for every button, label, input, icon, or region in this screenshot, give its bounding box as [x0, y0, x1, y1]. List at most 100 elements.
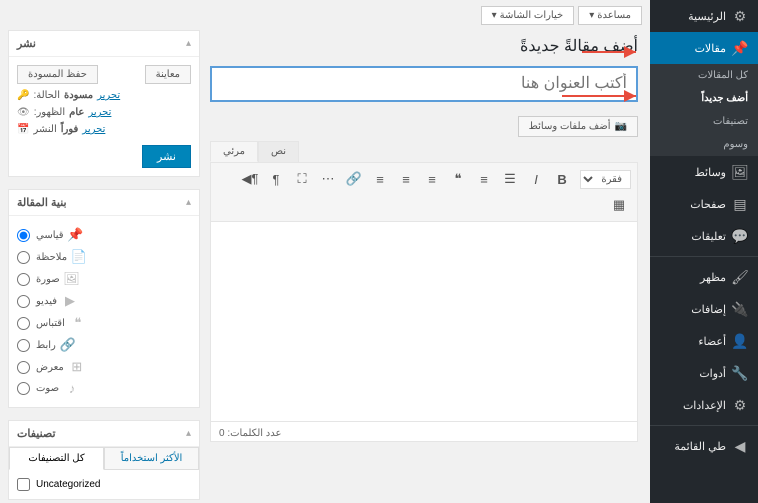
link-button[interactable]: 🔗 — [342, 167, 366, 191]
help-button[interactable]: مساعدة ▾ — [578, 6, 642, 25]
categories-metabox: ▴ تصنيفات الأكثر استخداماً كل التصنيفات … — [8, 420, 200, 500]
format-label: رابط — [36, 340, 56, 351]
format-radio[interactable] — [17, 229, 30, 242]
menu-comments[interactable]: 💬 تعليقات — [650, 220, 758, 252]
menu-dashboard[interactable]: ⚙ الرئيسية — [650, 0, 758, 32]
numbered-list-button[interactable]: ≡ — [472, 167, 496, 191]
format-radio[interactable] — [17, 295, 30, 308]
format-radio[interactable] — [17, 273, 30, 286]
metabox-toggle[interactable]: ▴ — [186, 197, 191, 208]
bullet-list-button[interactable]: ☰ — [498, 167, 522, 191]
add-media-button[interactable]: 📷 أضف ملفات وسائط — [518, 116, 638, 137]
menu-collapse[interactable]: ◀ طي القائمة — [650, 430, 758, 462]
format-radio[interactable] — [17, 317, 30, 330]
more-button[interactable]: ⋯ — [316, 167, 340, 191]
publish-title: نشر — [17, 37, 36, 50]
format-option[interactable]: ⊞معرض — [17, 356, 191, 378]
format-radio[interactable] — [17, 251, 30, 264]
quote-button[interactable]: ❝ — [446, 167, 470, 191]
format-option[interactable]: ♪ صوت — [17, 378, 191, 399]
menu-tools[interactable]: 🔧 أدوات — [650, 357, 758, 389]
format-option[interactable]: 📌قياسي — [17, 224, 191, 246]
main-content: أضف مقالةً جديدةً 📷 أضف ملفات وسائط نص م… — [210, 30, 650, 442]
submenu-categories[interactable]: تصنيفات — [650, 110, 758, 133]
menu-plugins[interactable]: 🔌 إضافات — [650, 293, 758, 325]
format-radio[interactable] — [17, 382, 30, 395]
format-option[interactable]: 🔗رابط — [17, 334, 191, 356]
schedule-value: فوراً — [61, 124, 79, 135]
menu-media[interactable]: 🖼 وسائط — [650, 156, 758, 188]
format-icon: ▶ — [63, 293, 77, 309]
menu-settings[interactable]: ⚙ الإعدادات — [650, 389, 758, 421]
admin-sidebar: ⚙ الرئيسية 📌 مقالات كل المقالات أضف جديد… — [650, 0, 758, 503]
format-label: صوت — [36, 383, 59, 394]
menu-posts[interactable]: 📌 مقالات — [650, 32, 758, 64]
format-icon: 📌 — [70, 227, 84, 243]
screen-options-label: خيارات الشاشة — [500, 10, 564, 21]
plugins-icon: 🔌 — [732, 301, 748, 317]
edit-schedule-link[interactable]: تحرير — [82, 124, 105, 135]
rtl-button[interactable]: ¶◀ — [238, 167, 262, 191]
submenu-tags[interactable]: وسوم — [650, 133, 758, 156]
preview-button[interactable]: معاينة — [145, 65, 191, 84]
menu-label: وسائط — [695, 166, 726, 179]
page-title: أضف مقالةً جديدةً — [210, 36, 638, 56]
submenu-add-new[interactable]: أضف جديداً — [650, 87, 758, 110]
align-right-button[interactable]: ≡ — [420, 167, 444, 191]
format-select[interactable]: فقرة — [580, 170, 631, 189]
edit-visibility-link[interactable]: تحرير — [88, 107, 111, 118]
metabox-toggle[interactable]: ▴ — [186, 428, 191, 439]
save-draft-button[interactable]: حفظ المسودة — [17, 65, 98, 84]
editor-body[interactable] — [210, 222, 638, 422]
metabox-toggle[interactable]: ▴ — [186, 38, 191, 49]
format-icon: ♪ — [65, 381, 79, 396]
format-radio[interactable] — [17, 339, 30, 352]
menu-pages[interactable]: ▤ صفحات — [650, 188, 758, 220]
tab-visual[interactable]: مرئي — [210, 141, 258, 162]
bold-button[interactable]: B — [550, 167, 574, 191]
menu-appearance[interactable]: 🖌 مظهر — [650, 261, 758, 293]
submenu-all-posts[interactable]: كل المقالات — [650, 64, 758, 87]
menu-label: أدوات — [699, 367, 726, 380]
format-icon: 📄 — [73, 249, 87, 265]
status-value: مسودة — [64, 90, 93, 101]
cat-uncategorized-label: Uncategorized — [36, 479, 100, 490]
pin-icon: 📌 — [732, 40, 748, 56]
screen-options-button[interactable]: خيارات الشاشة ▾ — [481, 6, 575, 25]
camera-icon: 📷 — [615, 121, 627, 132]
add-media-label: أضف ملفات وسائط — [529, 121, 611, 132]
pilcrow-button[interactable]: ¶ — [264, 167, 288, 191]
format-label: صورة — [36, 274, 60, 285]
visibility-value: عام — [69, 107, 84, 118]
pages-icon: ▤ — [732, 196, 748, 212]
menu-label: مقالات — [695, 42, 726, 55]
publish-button[interactable]: نشر — [142, 145, 191, 168]
cat-tab-most-used[interactable]: الأكثر استخداماً — [104, 447, 199, 470]
tab-text[interactable]: نص — [258, 141, 299, 162]
format-label: فيديو — [36, 296, 57, 307]
cat-uncategorized-checkbox[interactable] — [17, 478, 30, 491]
settings-icon: ⚙ — [732, 397, 748, 413]
edit-status-link[interactable]: تحرير — [97, 90, 120, 101]
cat-tab-all[interactable]: كل التصنيفات — [9, 447, 104, 470]
menu-label: إضافات — [691, 303, 726, 316]
format-title: بنية المقالة — [17, 196, 67, 209]
format-icon: 🖼 — [66, 271, 80, 287]
menu-label: طي القائمة — [674, 440, 726, 453]
format-option[interactable]: ▶ فيديو — [17, 290, 191, 312]
toolbar-toggle-button[interactable]: ▦ — [607, 193, 631, 217]
format-radio[interactable] — [17, 361, 30, 374]
dashboard-icon: ⚙ — [732, 8, 748, 24]
format-option[interactable]: 🖼 صورة — [17, 268, 191, 290]
post-title-input[interactable] — [210, 66, 638, 102]
menu-users[interactable]: 👤 أعضاء — [650, 325, 758, 357]
format-label: معرض — [36, 362, 64, 373]
format-label: اقتباس — [36, 318, 65, 329]
format-option[interactable]: ❝اقتباس — [17, 312, 191, 334]
fullscreen-button[interactable]: ⛶ — [290, 167, 314, 191]
categories-title: تصنيفات — [17, 427, 56, 440]
format-option[interactable]: 📄ملاحظة — [17, 246, 191, 268]
align-left-button[interactable]: ≡ — [368, 167, 392, 191]
italic-button[interactable]: I — [524, 167, 548, 191]
align-center-button[interactable]: ≡ — [394, 167, 418, 191]
